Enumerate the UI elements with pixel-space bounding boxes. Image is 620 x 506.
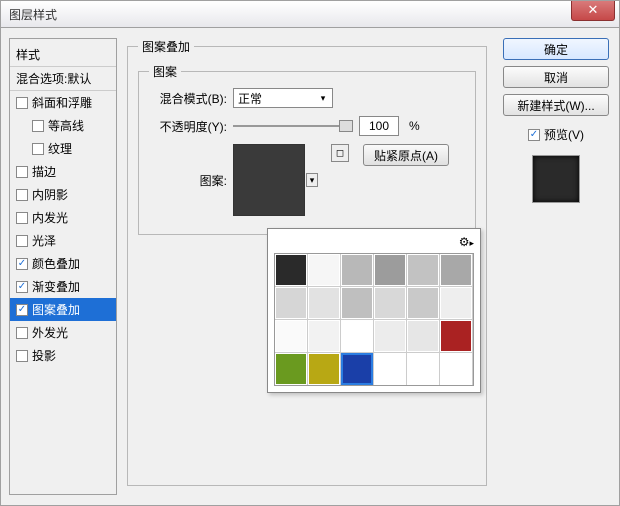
style-item-8[interactable]: 渐变叠加 — [10, 275, 116, 298]
new-preset-icon[interactable]: ◻ — [331, 144, 349, 162]
style-label: 斜面和浮雕 — [32, 94, 92, 111]
swatch[interactable] — [374, 353, 406, 385]
swatch-grid — [274, 253, 474, 386]
window-title: 图层样式 — [9, 6, 57, 23]
swatch[interactable] — [308, 353, 340, 385]
center-panel: 图案叠加 图案 混合模式(B): 正常 ▾ 不透明度(Y): — [117, 38, 497, 495]
style-item-7[interactable]: 颜色叠加 — [10, 252, 116, 275]
snap-origin-button[interactable]: 贴紧原点(A) — [363, 144, 449, 166]
swatch[interactable] — [308, 254, 340, 286]
swatch[interactable] — [308, 287, 340, 319]
style-item-1[interactable]: 等高线 — [10, 114, 116, 137]
style-label: 外发光 — [32, 324, 68, 341]
style-checkbox[interactable] — [32, 120, 44, 132]
inner-legend: 图案 — [149, 63, 181, 80]
swatch[interactable] — [374, 287, 406, 319]
opacity-row: 不透明度(Y): % — [149, 116, 465, 136]
right-panel: 确定 取消 新建样式(W)... 预览(V) — [497, 38, 609, 495]
swatch[interactable] — [341, 320, 373, 352]
swatch[interactable] — [275, 287, 307, 319]
swatch[interactable] — [440, 353, 472, 385]
style-item-3[interactable]: 描边 — [10, 160, 116, 183]
style-item-0[interactable]: 斜面和浮雕 — [10, 91, 116, 114]
cancel-button[interactable]: 取消 — [503, 66, 609, 88]
swatch[interactable] — [440, 254, 472, 286]
blend-mode-select[interactable]: 正常 ▾ — [233, 88, 333, 108]
style-label: 渐变叠加 — [32, 278, 80, 295]
style-item-9[interactable]: 图案叠加 — [10, 298, 116, 321]
pattern-dropdown-button[interactable]: ▾ — [306, 173, 318, 187]
style-item-6[interactable]: 光泽 — [10, 229, 116, 252]
style-checkbox[interactable] — [16, 281, 28, 293]
style-checkbox[interactable] — [16, 258, 28, 270]
style-label: 内发光 — [32, 209, 68, 226]
swatch[interactable] — [407, 254, 439, 286]
swatch[interactable] — [407, 287, 439, 319]
titlebar: 图层样式 ✕ — [0, 0, 620, 28]
style-checkbox[interactable] — [32, 143, 44, 155]
blend-mode-row: 混合模式(B): 正常 ▾ — [149, 88, 465, 108]
styles-header[interactable]: 样式 — [10, 43, 116, 67]
pattern-thumbnail[interactable]: ▾ — [233, 144, 305, 216]
swatch[interactable] — [275, 254, 307, 286]
style-checkbox[interactable] — [16, 166, 28, 178]
style-checkbox[interactable] — [16, 235, 28, 247]
pattern-row: 图案: ▾ ◻ 贴紧原点(A) — [149, 144, 465, 216]
opacity-label: 不透明度(Y): — [149, 118, 227, 135]
swatch[interactable] — [275, 320, 307, 352]
style-item-10[interactable]: 外发光 — [10, 321, 116, 344]
blend-options-header[interactable]: 混合选项:默认 — [10, 67, 116, 91]
preview-checkbox[interactable] — [528, 129, 540, 141]
style-item-5[interactable]: 内发光 — [10, 206, 116, 229]
outer-legend: 图案叠加 — [138, 38, 194, 55]
blend-mode-label: 混合模式(B): — [149, 90, 227, 107]
pattern-group: 图案 混合模式(B): 正常 ▾ 不透明度(Y): % — [138, 63, 476, 235]
new-style-button[interactable]: 新建样式(W)... — [503, 94, 609, 116]
swatch[interactable] — [407, 353, 439, 385]
ok-button[interactable]: 确定 — [503, 38, 609, 60]
styles-list: 样式 混合选项:默认 斜面和浮雕等高线纹理描边内阴影内发光光泽颜色叠加渐变叠加图… — [9, 38, 117, 495]
swatch[interactable] — [341, 353, 373, 385]
style-label: 等高线 — [48, 117, 84, 134]
pattern-label: 图案: — [149, 172, 227, 189]
swatch[interactable] — [341, 287, 373, 319]
style-item-11[interactable]: 投影 — [10, 344, 116, 367]
swatch[interactable] — [440, 320, 472, 352]
blend-mode-value: 正常 — [238, 90, 262, 107]
swatch[interactable] — [275, 353, 307, 385]
style-label: 纹理 — [48, 140, 72, 157]
style-label: 图案叠加 — [32, 301, 80, 318]
style-checkbox[interactable] — [16, 304, 28, 316]
opacity-slider[interactable] — [233, 118, 353, 134]
swatch[interactable] — [308, 320, 340, 352]
percent-label: % — [409, 119, 420, 133]
style-checkbox[interactable] — [16, 350, 28, 362]
style-checkbox[interactable] — [16, 327, 28, 339]
style-checkbox[interactable] — [16, 189, 28, 201]
dialog-body: 样式 混合选项:默认 斜面和浮雕等高线纹理描边内阴影内发光光泽颜色叠加渐变叠加图… — [0, 28, 620, 506]
style-label: 颜色叠加 — [32, 255, 80, 272]
swatch[interactable] — [374, 320, 406, 352]
style-label: 光泽 — [32, 232, 56, 249]
swatch[interactable] — [341, 254, 373, 286]
style-item-2[interactable]: 纹理 — [10, 137, 116, 160]
preview-toggle[interactable]: 预览(V) — [503, 126, 609, 143]
style-label: 描边 — [32, 163, 56, 180]
opacity-input[interactable] — [359, 116, 399, 136]
style-checkbox[interactable] — [16, 212, 28, 224]
gear-icon[interactable]: ⚙▸ — [459, 235, 474, 249]
style-checkbox[interactable] — [16, 97, 28, 109]
close-button[interactable]: ✕ — [571, 1, 615, 21]
style-label: 内阴影 — [32, 186, 68, 203]
swatch[interactable] — [407, 320, 439, 352]
swatch[interactable] — [374, 254, 406, 286]
style-item-4[interactable]: 内阴影 — [10, 183, 116, 206]
slider-thumb[interactable] — [339, 120, 353, 132]
pattern-picker-popup: ⚙▸ — [267, 228, 481, 393]
style-preview — [532, 155, 580, 203]
style-label: 投影 — [32, 347, 56, 364]
preview-label: 预览(V) — [544, 126, 584, 143]
swatch[interactable] — [440, 287, 472, 319]
chevron-down-icon: ▾ — [316, 91, 330, 105]
